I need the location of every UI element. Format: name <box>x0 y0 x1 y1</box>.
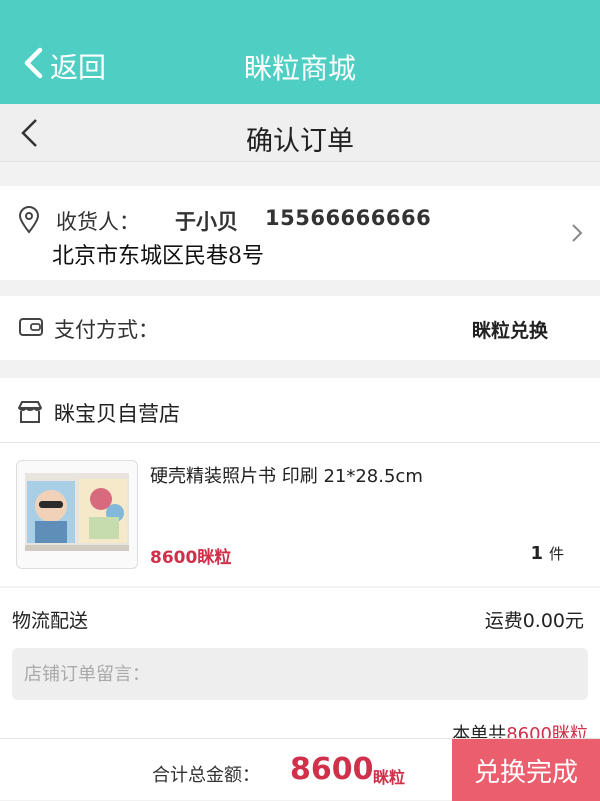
delivery-label: 物流配送 <box>12 610 89 632</box>
divider <box>0 442 600 443</box>
order-message-input[interactable] <box>12 648 588 700</box>
recipient-label: 收货人： <box>56 210 140 234</box>
page-header: 确认订单 <box>0 104 600 162</box>
address-line: 北京市东城区民巷8号 <box>52 244 264 269</box>
product-name: 硬壳精装照片书 印刷 21*28.5cm <box>150 466 423 487</box>
product-quantity: 1件 <box>530 543 564 564</box>
payment-label: 支付方式： <box>54 318 159 342</box>
total-amount: 8600 <box>290 752 374 787</box>
app-title: 眯粒商城 <box>243 52 356 85</box>
wallet-icon <box>18 316 44 338</box>
total-label: 合计总金额： <box>152 765 260 786</box>
product-price: 8600眯粒 <box>150 548 232 568</box>
submit-exchange-button[interactable]: 兑换完成 <box>452 739 600 801</box>
checkout-footer: 合计总金额： 8600 眯粒 兑换完成 <box>0 738 600 801</box>
chevron-right-icon <box>570 222 584 244</box>
quantity-value: 1 <box>530 543 543 564</box>
payment-method-row[interactable]: 支付方式： 眯粒兑换 <box>0 296 600 360</box>
product-thumbnail[interactable] <box>16 460 138 569</box>
shipping-fee: 运费0.00元 <box>484 610 584 632</box>
app-top-bar: 返回 眯粒商城 <box>0 0 600 104</box>
delivery-section: 物流配送 运费0.00元 本单共8600眯粒 <box>0 588 600 745</box>
address-card[interactable]: 收货人： 于小贝 15566666666 北京市东城区民巷8号 <box>0 186 600 280</box>
total-unit: 眯粒 <box>373 768 406 787</box>
recipient-phone: 15566666666 <box>265 206 432 230</box>
quantity-unit: 件 <box>548 545 564 563</box>
store-icon <box>16 400 44 424</box>
location-pin-icon <box>18 206 40 234</box>
payment-value: 眯粒兑换 <box>471 320 548 342</box>
shop-name: 眯宝贝自营店 <box>54 402 180 426</box>
page-title: 确认订单 <box>246 126 354 157</box>
shop-order-card: 眯宝贝自营店 硬壳精装照片书 印刷 21*28.5cm 8600眯粒 1件 <box>0 378 600 586</box>
recipient-name: 于小贝 <box>175 210 238 234</box>
